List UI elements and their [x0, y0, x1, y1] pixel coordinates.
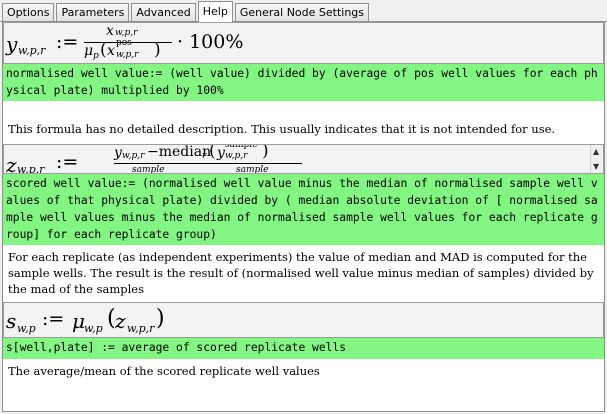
formula3-code: s[well,plate] := average of scored repli…: [3, 338, 604, 359]
tab-bar: Options Parameters Advanced Help General…: [0, 0, 607, 22]
formula1-tail: · 100%: [177, 31, 244, 53]
formula2-assign: :=: [56, 151, 79, 173]
scroll-down-icon[interactable]: ▼: [593, 162, 599, 171]
formula3-lhs: s: [6, 309, 17, 333]
formula-scored-well-value: z w,p,r := y w,p,r −median r ( y sample …: [3, 144, 604, 174]
formula-sw-average: s w,p := μ w,p ( z w,p,r ): [3, 302, 604, 338]
formula3-arg: z: [115, 309, 126, 333]
formula1-assign: :=: [56, 31, 79, 53]
formula1-description: This formula has no detailed description…: [8, 122, 556, 136]
formula2-lhs-sub: w,p,r: [17, 163, 45, 174]
formula1-den-mu: μ: [84, 43, 94, 59]
formula3-lhs-sub: w,p: [17, 322, 36, 335]
formula3-description: The average/mean of the scored replicate…: [8, 364, 320, 378]
tab-options[interactable]: Options: [2, 3, 55, 21]
formula2-den-partial-2: sample: [236, 165, 269, 174]
formula1-den-sup: pos: [116, 38, 132, 48]
formula2-median-arg-sub: w,p,r: [225, 151, 248, 161]
formula2-num-sub: w,p,r: [122, 151, 145, 161]
formula1-lhs-sub: w,p,r: [18, 44, 46, 57]
formula3-assign: :=: [42, 308, 65, 330]
formula1-den-x: x: [107, 43, 115, 59]
formula1-lhs: y: [6, 32, 18, 56]
formula2-median-arg-sup: sample: [225, 144, 258, 150]
formula1-numerator: x: [106, 23, 114, 39]
formula2-scrollbar[interactable]: ▲ ▼: [590, 145, 603, 173]
tab-parameters[interactable]: Parameters: [56, 3, 130, 21]
formula2-lhs: z: [6, 153, 17, 174]
formula3-mu-sub: w,p: [84, 322, 103, 335]
formula1-den-mu-sub: p: [93, 51, 99, 61]
formula2-median-sub: r: [202, 151, 207, 161]
scroll-up-icon[interactable]: ▲: [593, 147, 599, 156]
formula2-den-partial-1: sample: [132, 165, 165, 174]
formula2-description: For each replicate (as independent exper…: [8, 250, 594, 296]
tab-advanced[interactable]: Advanced: [131, 3, 196, 21]
formula2-fraction-bar: [114, 163, 302, 164]
help-panel: y w,p,r := x w,p,r μ p ( x pos w,p,r ) ·…: [2, 21, 605, 412]
formula1-den-x-sub: w,p,r: [116, 50, 139, 60]
tab-general-node-settings[interactable]: General Node Settings: [234, 3, 370, 21]
formula2-num-y: y: [114, 145, 122, 161]
formula2-median-arg: y: [217, 145, 225, 161]
formula2-code: scored well value:= (normalised well val…: [3, 174, 604, 245]
tab-help[interactable]: Help: [197, 1, 233, 22]
formula1-numerator-sub: w,p,r: [115, 28, 138, 38]
formula3-arg-sub: w,p,r: [127, 322, 155, 335]
formula1-code: normalised well value:= (well value) div…: [3, 64, 604, 101]
formula-normalised-well-value: y w,p,r := x w,p,r μ p ( x pos w,p,r ) ·…: [3, 22, 604, 64]
